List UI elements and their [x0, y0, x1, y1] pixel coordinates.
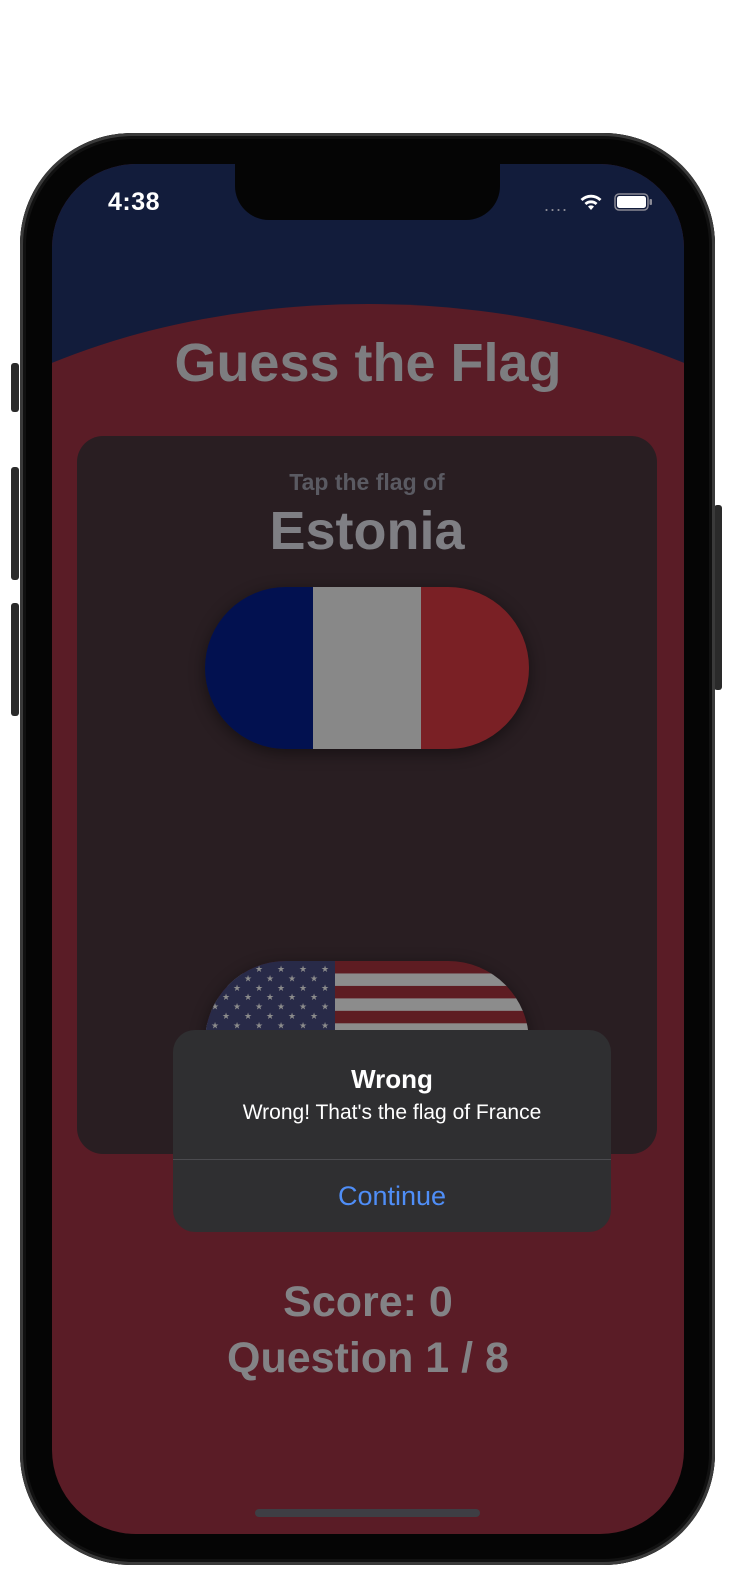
app-screen: 4:38 .... Guess the Flag Tap the flag of… — [52, 164, 684, 1534]
mute-switch — [11, 363, 19, 412]
flag-star: ★ — [299, 1020, 307, 1030]
status-time: 4:38 — [108, 188, 161, 216]
volume-up-button — [11, 467, 19, 580]
flag-stripe-white — [313, 587, 421, 749]
flag-star: ★ — [266, 1011, 274, 1021]
power-button — [714, 505, 722, 690]
flag-star: ★ — [255, 1020, 263, 1030]
app-title: Guess the Flag — [174, 333, 562, 393]
flag-star: ★ — [288, 973, 296, 983]
target-country: Estonia — [269, 501, 465, 561]
flag-star: ★ — [211, 983, 219, 993]
question-counter: Question 1 / 8 — [227, 1334, 509, 1382]
flag-star: ★ — [288, 1011, 296, 1021]
battery-icon — [614, 192, 654, 217]
alert-title: Wrong — [351, 1064, 433, 1094]
flag-star: ★ — [222, 973, 230, 983]
flag-star: ★ — [222, 992, 230, 1002]
wifi-icon — [578, 192, 604, 217]
flag-stripe-blue — [205, 587, 313, 749]
flag-star: ★ — [299, 983, 307, 993]
prompt-label: Tap the flag of — [289, 469, 445, 495]
home-indicator[interactable] — [255, 1509, 480, 1517]
flag-button-france[interactable] — [205, 587, 529, 749]
flag-star: ★ — [244, 973, 252, 983]
flag-star: ★ — [288, 992, 296, 1002]
flag-star: ★ — [310, 973, 318, 983]
flag-star: ★ — [299, 964, 307, 974]
flag-star: ★ — [211, 1020, 219, 1030]
flag-star: ★ — [277, 983, 285, 993]
flag-star: ★ — [321, 1020, 329, 1030]
notch — [235, 164, 500, 220]
flag-star: ★ — [211, 964, 219, 974]
volume-down-button — [11, 603, 19, 716]
flag-star: ★ — [255, 964, 263, 974]
alert-message: Wrong! That's the flag of France — [242, 1101, 542, 1124]
score-label: Score: 0 — [283, 1278, 453, 1326]
flag-star: ★ — [266, 992, 274, 1002]
flag-star: ★ — [233, 964, 241, 974]
flag-star: ★ — [299, 1002, 307, 1012]
flag-star: ★ — [211, 1002, 219, 1012]
flag-star: ★ — [321, 983, 329, 993]
flag-star: ★ — [233, 1020, 241, 1030]
flag-star: ★ — [310, 992, 318, 1002]
flag-star: ★ — [255, 1002, 263, 1012]
flag-star: ★ — [244, 1011, 252, 1021]
flag-star: ★ — [244, 992, 252, 1002]
flag-star: ★ — [277, 1020, 285, 1030]
flag-stripe-red — [421, 587, 529, 749]
continue-button[interactable]: Continue — [173, 1160, 611, 1232]
alert-dialog: Wrong Wrong! That's the flag of France C… — [173, 1030, 611, 1232]
flag-star: ★ — [266, 973, 274, 983]
flag-star: ★ — [277, 964, 285, 974]
cellular-signal-icon: .... — [543, 194, 568, 215]
flag-star: ★ — [222, 1011, 230, 1021]
flag-star: ★ — [321, 1002, 329, 1012]
status-icons: .... — [544, 192, 654, 217]
flag-star: ★ — [233, 1002, 241, 1012]
flag-star: ★ — [310, 1011, 318, 1021]
flag-star: ★ — [321, 964, 329, 974]
flag-star: ★ — [255, 983, 263, 993]
flag-star: ★ — [233, 983, 241, 993]
question-card: Tap the flag of Estonia ★ ★ ★ ★ ★ ★ ★ ★ ★ ★ ★ ★ ★ ★ ★ ★… — [77, 436, 657, 1232]
flag-star: ★ — [277, 1002, 285, 1012]
